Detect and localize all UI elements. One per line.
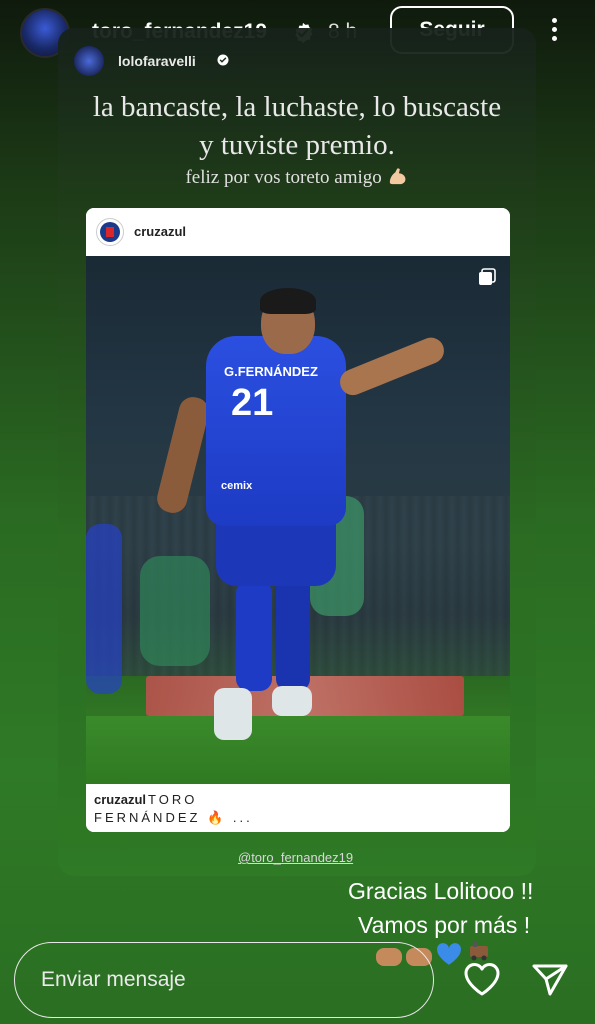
message-input[interactable] xyxy=(14,942,434,1018)
shared-story-username: lolofaravelli xyxy=(118,53,196,69)
post-caption-line2: FERNÁNDEZ 🔥 ... xyxy=(94,810,253,825)
carousel-icon xyxy=(479,268,496,285)
player-hair xyxy=(260,288,316,314)
jersey-number: 21 xyxy=(231,382,274,424)
player-arm xyxy=(336,333,448,400)
player-leg xyxy=(276,576,310,691)
shared-caption-sub: feliz por vos toreto amigo xyxy=(92,166,502,189)
muscle-icon xyxy=(389,168,405,185)
reply-text-line2: Vamos por más ! xyxy=(358,912,531,938)
player-boot xyxy=(214,688,252,740)
shared-caption-main: la bancaste, la luchaste, lo buscaste y … xyxy=(92,91,502,161)
post-caption-line1: TORO xyxy=(148,792,198,807)
heart-icon[interactable] xyxy=(462,960,502,998)
pitch xyxy=(86,716,510,784)
post-caption-author[interactable]: cruzazul xyxy=(94,792,146,807)
player-boot xyxy=(272,686,312,716)
post-photo: G.FERNÁNDEZ 21 cemix xyxy=(86,256,510,784)
jersey-name: G.FERNÁNDEZ xyxy=(224,364,318,379)
heart-blue-icon xyxy=(437,943,461,965)
background-player xyxy=(86,524,122,694)
post-caption: cruzazul TORO FERNÁNDEZ 🔥 ... xyxy=(86,784,510,832)
send-icon[interactable] xyxy=(530,960,570,998)
background-player xyxy=(140,556,210,666)
shared-story-avatar xyxy=(74,46,104,76)
cruzazul-logo-icon xyxy=(96,218,124,246)
shared-caption-sub-text: feliz por vos toreto amigo xyxy=(185,167,382,188)
mention-link[interactable]: @toro_fernandez19 xyxy=(238,850,353,865)
player-leg xyxy=(236,581,272,691)
more-options-icon[interactable] xyxy=(544,14,564,50)
reply-text-line1: Gracias Lolitooo !! xyxy=(348,878,534,904)
post-author[interactable]: cruzazul xyxy=(134,224,186,239)
instagram-post-card[interactable]: cruzazul G.FERNÁNDEZ 21 cemix cruzazul T… xyxy=(86,208,510,832)
post-header: cruzazul xyxy=(86,208,510,256)
train-icon xyxy=(470,942,488,961)
jersey-sponsor: cemix xyxy=(221,480,253,492)
shared-verified-icon xyxy=(217,54,229,66)
